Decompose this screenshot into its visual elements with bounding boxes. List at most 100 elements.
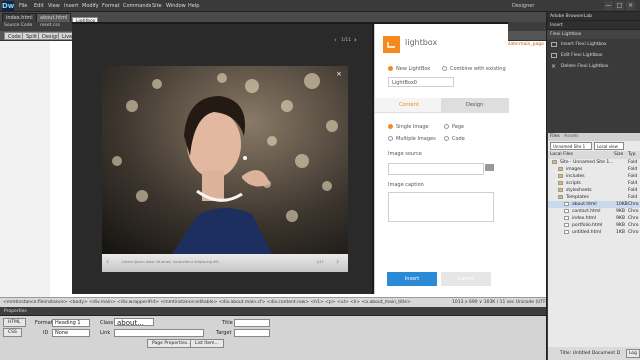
- format-label: Format: [35, 320, 53, 326]
- file-size: 1KB: [616, 230, 625, 235]
- next-arrow-icon[interactable]: ›: [354, 36, 357, 44]
- tag-selector[interactable]: <mmtinstance:fileinstance> <body> <div.m…: [3, 300, 411, 305]
- folder-icon: [558, 181, 563, 185]
- col-local-files[interactable]: Local Files: [550, 152, 573, 157]
- id-select[interactable]: None: [52, 329, 90, 337]
- tab-content[interactable]: Content: [375, 98, 441, 113]
- single-image-radio[interactable]: [388, 124, 393, 129]
- file-size: 10KB: [616, 202, 628, 207]
- insert-category-select[interactable]: Flexi Lightbox: [547, 30, 640, 39]
- insert-panel-header[interactable]: Insert: [547, 21, 640, 30]
- lightbox-settings-panel: lightbox New LightBox Combine with exist…: [374, 24, 509, 294]
- file-name: includes: [566, 174, 585, 179]
- menu-view[interactable]: View: [48, 3, 60, 9]
- insert-button[interactable]: Insert: [387, 272, 437, 286]
- properties-panel: HTML CSS Format Heading 1 ID None Class …: [0, 316, 546, 360]
- lightbox-brand-icon: [383, 36, 400, 53]
- slide-counter: 1/11: [341, 38, 352, 43]
- file-tree-row[interactable]: untitled.html 1KB Chro: [548, 229, 640, 236]
- class-select[interactable]: about...: [114, 318, 154, 327]
- html-mode-button[interactable]: HTML: [3, 318, 26, 327]
- combine-radio[interactable]: [442, 66, 447, 71]
- title-label: Title: [222, 320, 233, 326]
- folder-icon[interactable]: [485, 164, 494, 171]
- new-lightbox-radio[interactable]: [388, 66, 393, 71]
- menu-insert[interactable]: Insert: [64, 3, 78, 9]
- files-tab[interactable]: Files: [550, 134, 560, 139]
- file-tree-row[interactable]: stylesheets Fold: [548, 187, 640, 194]
- page-radio[interactable]: [444, 124, 449, 129]
- file-tree-row[interactable]: contact.html 9KB Chro: [548, 208, 640, 215]
- site-select[interactable]: Unnamed Site 1: [550, 142, 592, 150]
- lightbox-insert-icon: [551, 42, 557, 47]
- insert-flexi-lightbox-item[interactable]: Insert Flexi Lightbox: [547, 39, 640, 50]
- col-type[interactable]: Typ: [628, 152, 636, 157]
- lightbox-name-input[interactable]: LightBox0: [388, 77, 454, 87]
- css-mode-button[interactable]: CSS: [3, 328, 22, 337]
- caption-next-icon[interactable]: ›: [336, 257, 339, 266]
- image-caption-textarea[interactable]: [388, 192, 494, 222]
- code-label: Code: [452, 136, 465, 142]
- browserlab-header[interactable]: Adobe BrowserLab: [547, 12, 640, 21]
- edit-flexi-lightbox-item[interactable]: Edit Flexi Lightbox: [547, 50, 640, 61]
- file-name: contact.html: [572, 209, 601, 214]
- code-radio[interactable]: [444, 136, 449, 141]
- workspace-switcher[interactable]: Designer: [512, 3, 534, 9]
- status-info: 1013 x 690 ∨ 303K / 11 sec Unicode (UTF-…: [452, 300, 553, 305]
- assets-tab[interactable]: Assets: [564, 134, 579, 139]
- log-button[interactable]: Log: [626, 349, 640, 358]
- close-preview-icon[interactable]: ×: [336, 70, 342, 78]
- tab-design[interactable]: Design: [441, 98, 509, 113]
- file-name: Site - Unnamed Site 1...: [560, 160, 614, 165]
- caption-prev-icon[interactable]: ‹: [106, 257, 109, 266]
- new-lightbox-label: New LightBox: [396, 66, 431, 72]
- prev-arrow-icon[interactable]: ‹: [334, 36, 337, 44]
- file-tree-row[interactable]: images Fold: [548, 166, 640, 173]
- list-item-button[interactable]: List Item...: [190, 339, 224, 348]
- tab-index-html[interactable]: index.html: [2, 13, 37, 22]
- close-window-button[interactable]: ×: [626, 1, 635, 10]
- menu-window[interactable]: Window: [166, 3, 186, 9]
- col-size[interactable]: Size: [614, 152, 623, 157]
- id-label: ID: [43, 330, 49, 336]
- image-source-label: Image source: [388, 151, 422, 157]
- image-source-input[interactable]: [388, 163, 484, 175]
- delete-flexi-lightbox-item[interactable]: × Delete Flexi Lightbox: [547, 61, 640, 72]
- file-tree-row[interactable]: about.html 10KB Chro: [548, 201, 640, 208]
- file-tree-row[interactable]: index.html 9KB Chro: [548, 215, 640, 222]
- file-tree-row[interactable]: scripts Fold: [548, 180, 640, 187]
- target-select[interactable]: [234, 329, 270, 337]
- menu-edit[interactable]: Edit: [34, 3, 44, 9]
- class-label: Class: [100, 320, 114, 326]
- menu-help[interactable]: Help: [188, 3, 199, 9]
- menu-modify[interactable]: Modify: [82, 3, 99, 9]
- file-size: 9KB: [616, 223, 625, 228]
- menu-commands[interactable]: Commands: [123, 3, 151, 9]
- file-tree-row[interactable]: includes Fold: [548, 173, 640, 180]
- folder-icon: [558, 174, 563, 178]
- file-tree-row[interactable]: portfolio.html 9KB Chro: [548, 222, 640, 229]
- format-select[interactable]: Heading 1: [52, 319, 90, 327]
- target-label: Target: [216, 330, 232, 336]
- html-file-icon: [564, 202, 569, 206]
- related-reset-css[interactable]: reset.css: [40, 23, 60, 28]
- file-type: Chro: [628, 230, 639, 235]
- maximize-button[interactable]: □: [615, 1, 624, 10]
- page-properties-button[interactable]: Page Properties...: [147, 339, 197, 348]
- caption-text: Lorem ipsum dolor sit amet, consectetur …: [122, 260, 220, 264]
- tab-about-html[interactable]: about.html: [36, 13, 72, 22]
- menu-format[interactable]: Format: [102, 3, 120, 9]
- minimize-button[interactable]: —: [604, 1, 613, 10]
- cancel-button[interactable]: Cancel: [441, 272, 491, 286]
- view-select[interactable]: Local view: [594, 142, 624, 150]
- menu-file[interactable]: File: [19, 3, 27, 9]
- menu-site[interactable]: Site: [152, 3, 162, 9]
- related-source-code[interactable]: Source Code: [4, 23, 32, 28]
- file-tree-row[interactable]: Templates Fold: [548, 194, 640, 201]
- file-tree-row[interactable]: Site - Unnamed Site 1... Fold: [548, 159, 640, 166]
- title-input[interactable]: [234, 319, 270, 327]
- file-name: index.html: [572, 216, 596, 221]
- html-file-icon: [564, 230, 569, 234]
- link-input[interactable]: [114, 329, 204, 337]
- multiple-images-radio[interactable]: [388, 136, 393, 141]
